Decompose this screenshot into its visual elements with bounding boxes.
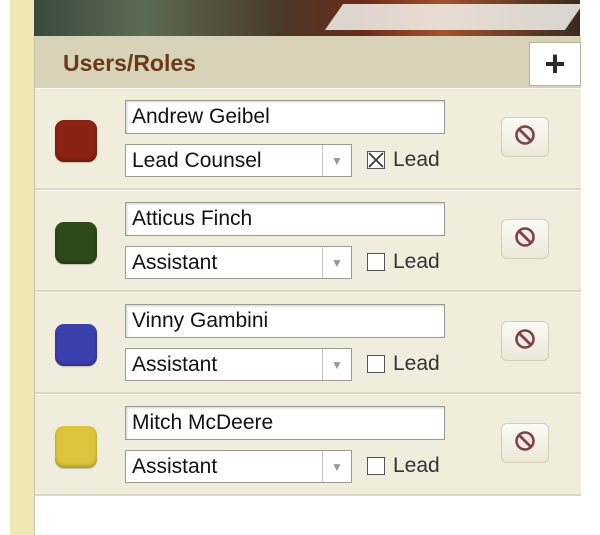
user-row: Assistant ▼ Lead — [35, 292, 581, 394]
no-entry-icon — [514, 124, 536, 151]
no-entry-icon — [514, 328, 536, 355]
lead-checkbox-label: Lead — [393, 148, 440, 171]
lead-checkbox[interactable] — [367, 253, 385, 271]
remove-user-button[interactable] — [501, 219, 549, 259]
role-select-value: Assistant — [132, 251, 218, 274]
role-select[interactable]: Assistant ▼ — [125, 450, 352, 483]
role-select-value: Assistant — [132, 353, 218, 376]
lead-checkbox[interactable] — [367, 355, 385, 373]
remove-user-button[interactable] — [501, 423, 549, 463]
triangle-down-icon: ▼ — [322, 247, 351, 278]
user-color-swatch[interactable] — [55, 426, 97, 468]
user-row: Assistant ▼ Lead — [35, 394, 581, 496]
role-select-value: Lead Counsel — [132, 149, 262, 172]
no-entry-icon — [514, 430, 536, 457]
user-row: Lead Counsel ▼ Lead — [35, 88, 581, 190]
triangle-down-icon: ▼ — [322, 451, 351, 482]
user-color-swatch[interactable] — [55, 324, 97, 366]
user-row: Assistant ▼ Lead — [35, 190, 581, 292]
remove-user-button[interactable] — [501, 117, 549, 157]
user-name-input[interactable] — [125, 202, 445, 236]
user-name-input[interactable] — [125, 406, 445, 440]
no-entry-icon — [514, 226, 536, 253]
lead-checkbox[interactable] — [367, 457, 385, 475]
lead-checkbox-label: Lead — [393, 454, 440, 477]
remove-user-button[interactable] — [501, 321, 549, 361]
panel-header: Users/Roles + — [35, 36, 581, 89]
banner-image — [34, 0, 580, 36]
user-name-input[interactable] — [125, 304, 445, 338]
role-select[interactable]: Lead Counsel ▼ — [125, 144, 352, 177]
lead-checkbox[interactable] — [367, 151, 385, 169]
role-select[interactable]: Assistant ▼ — [125, 246, 352, 279]
left-strip — [10, 0, 34, 535]
role-select-value: Assistant — [132, 455, 218, 478]
user-list: Lead Counsel ▼ Lead Assistant ▼ Lead — [35, 88, 581, 496]
user-color-swatch[interactable] — [55, 222, 97, 264]
triangle-down-icon: ▼ — [322, 349, 351, 380]
role-select[interactable]: Assistant ▼ — [125, 348, 352, 381]
lead-checkbox-label: Lead — [393, 352, 440, 375]
users-roles-panel: Users/Roles + Lead Counsel ▼ Lead — [34, 36, 581, 535]
checkbox-x-icon — [368, 152, 384, 168]
triangle-down-icon: ▼ — [322, 145, 351, 176]
add-user-button[interactable]: + — [529, 42, 581, 86]
panel-title: Users/Roles — [63, 50, 196, 76]
lead-checkbox-label: Lead — [393, 250, 440, 273]
plus-icon: + — [544, 43, 566, 84]
user-color-swatch[interactable] — [55, 120, 97, 162]
user-name-input[interactable] — [125, 100, 445, 134]
